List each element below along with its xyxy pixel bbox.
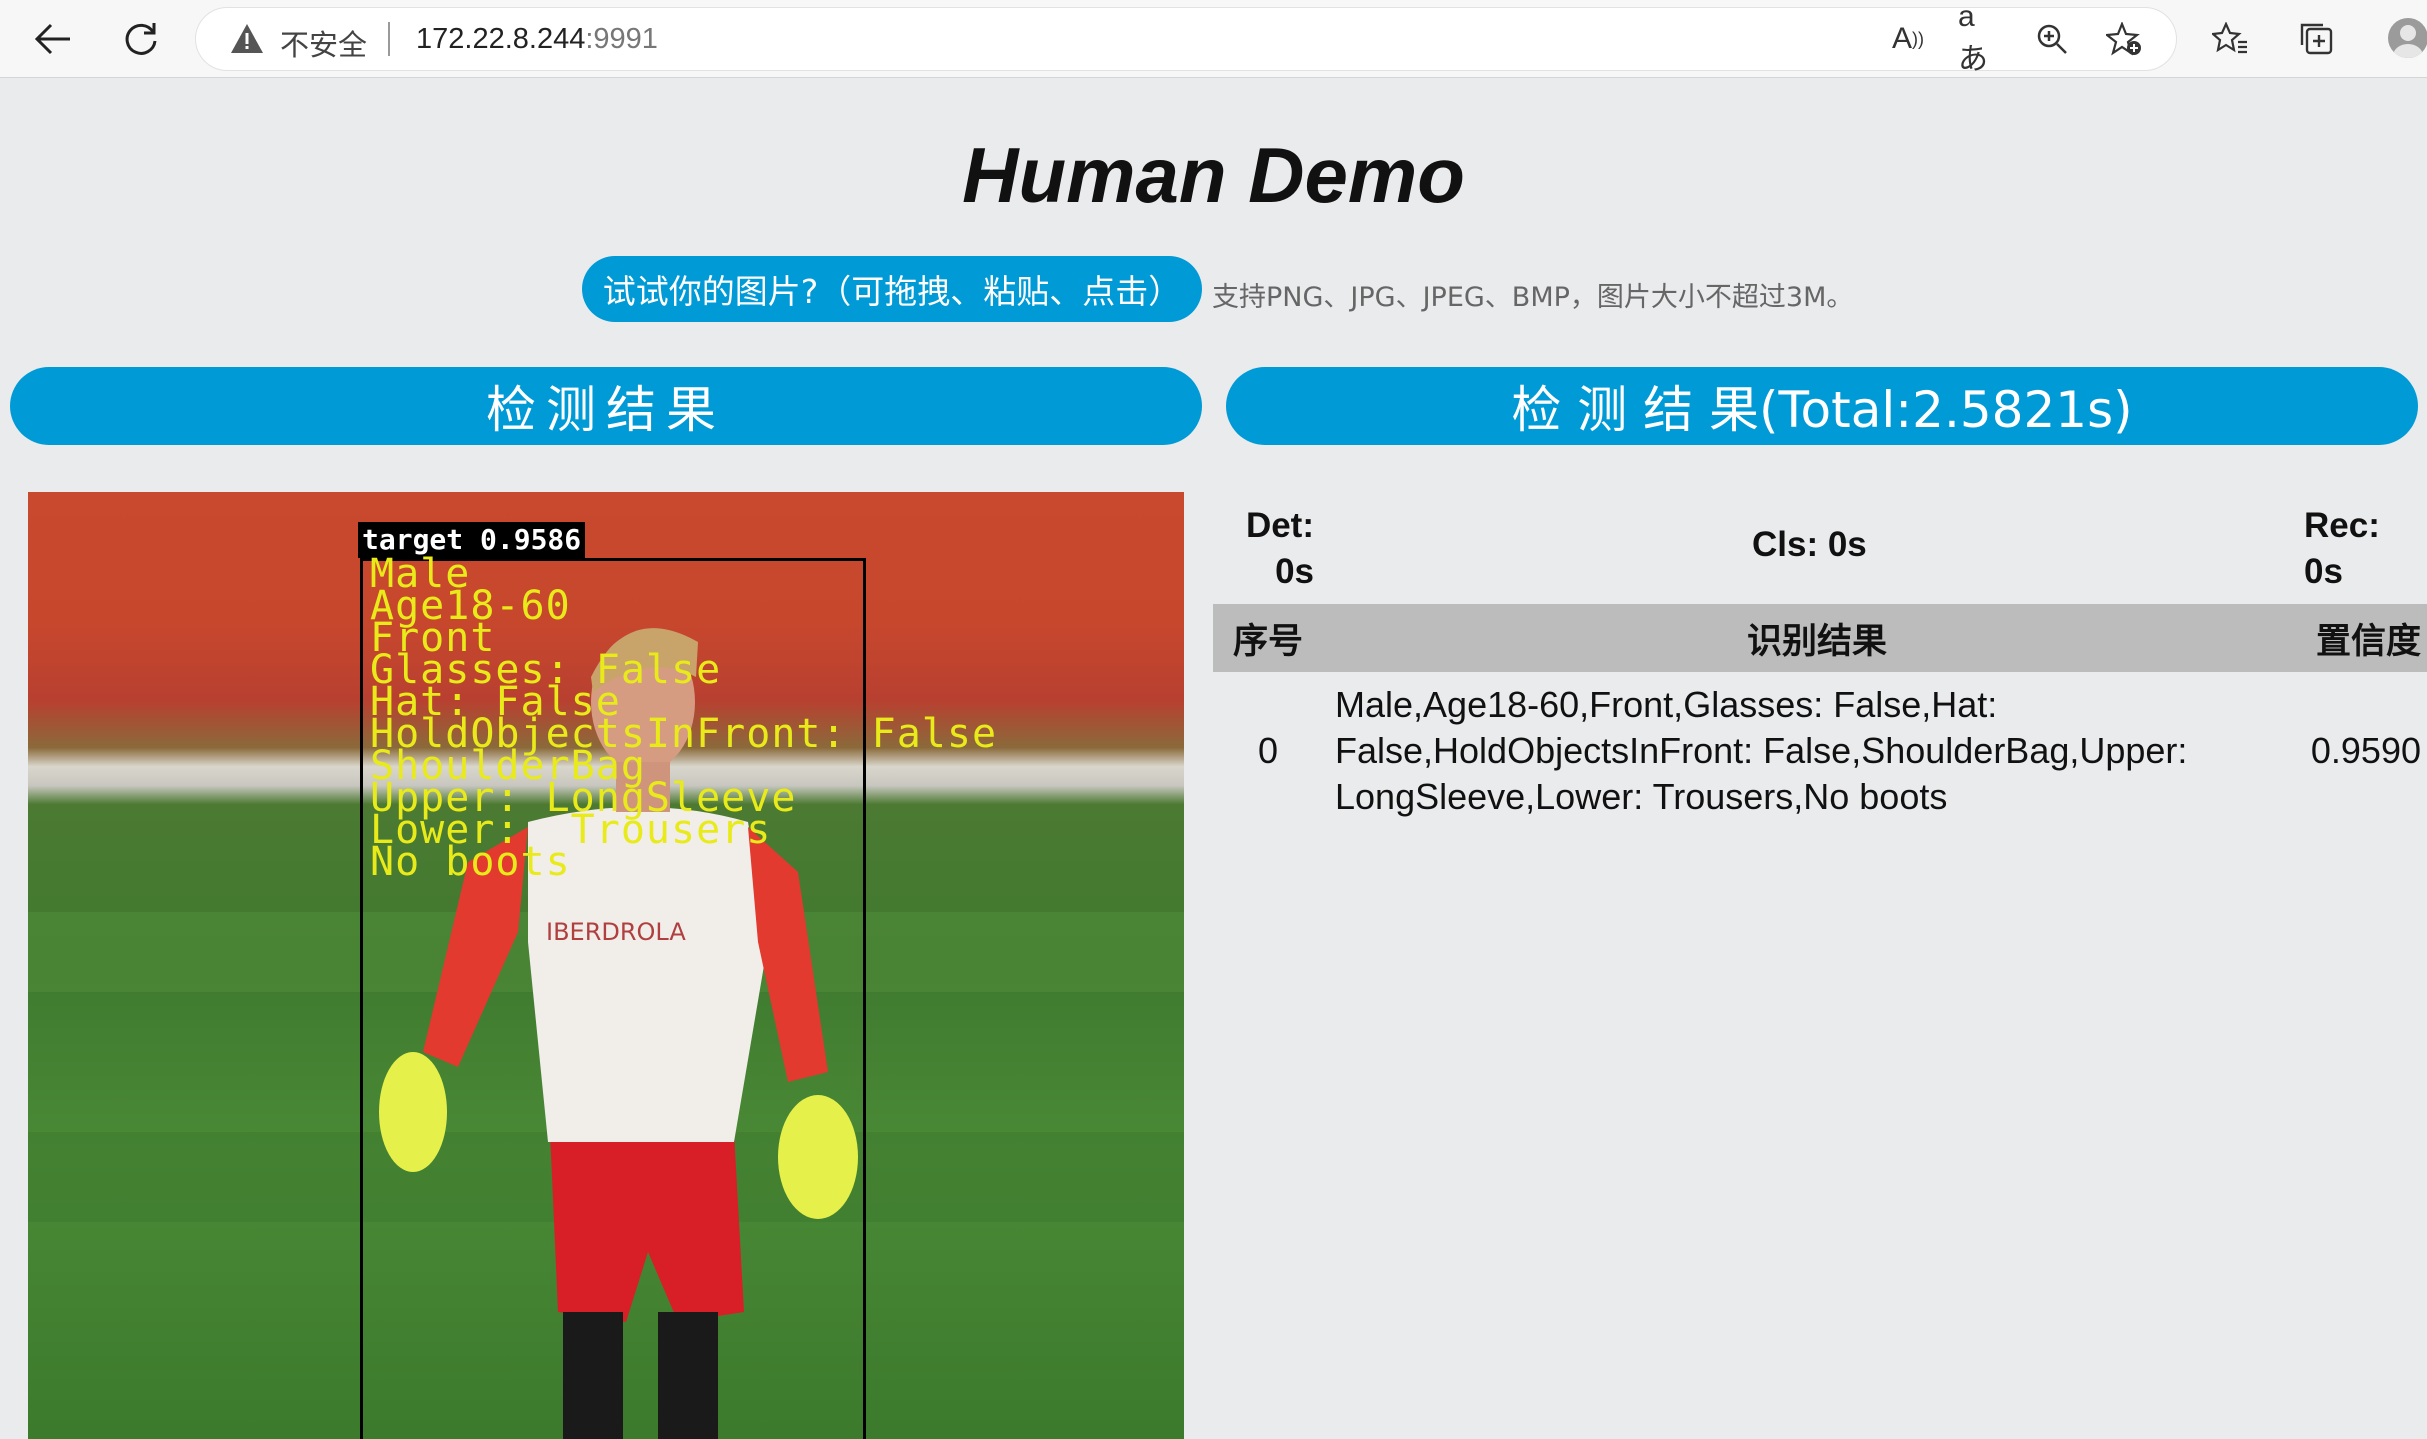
- browser-toolbar: 不安全 172.22.8.244:9991 A)) aあ: [0, 0, 2427, 78]
- row-confidence: 0.9590: [2310, 730, 2421, 771]
- table-row: 0 Male,Age18-60,Front,Glasses: False,Hat…: [1213, 672, 2427, 820]
- warning-icon: [231, 24, 263, 53]
- zoom-icon[interactable]: [2030, 19, 2074, 59]
- page-title: Human Demo: [962, 131, 1465, 219]
- read-aloud-icon[interactable]: A)): [1886, 19, 1930, 59]
- rec-value: 0s: [2304, 552, 2343, 591]
- det-timing: Det: 0s: [1240, 503, 1314, 595]
- det-value: 0s: [1275, 552, 1314, 591]
- cls-timing: Cls: 0s: [1752, 525, 1867, 564]
- translate-icon[interactable]: aあ: [1958, 0, 2002, 76]
- security-label[interactable]: 不安全: [280, 22, 367, 64]
- row-result: Male,Age18-60,Front,Glasses: False,Hat: …: [1335, 684, 2188, 817]
- address-bar[interactable]: 不安全 172.22.8.244:9991 A)) aあ: [196, 0, 2176, 76]
- header-confidence: 置信度: [2315, 621, 2421, 662]
- add-favorite-icon[interactable]: [2102, 19, 2146, 59]
- rec-label: Rec:: [2304, 506, 2380, 545]
- upload-image-button[interactable]: 试试你的图片?（可拖拽、粘贴、点击）: [582, 256, 1202, 322]
- url-text[interactable]: 172.22.8.244:9991: [416, 23, 658, 56]
- header-index: 序号: [1232, 621, 1303, 662]
- result-image: IBERDROLA target 0.9586 Male Age18-60 Fron…: [28, 492, 1184, 1439]
- back-arrow-icon[interactable]: [28, 14, 78, 64]
- favorites-icon[interactable]: [2206, 16, 2254, 60]
- collections-icon[interactable]: [2292, 16, 2340, 60]
- reload-icon[interactable]: [116, 14, 166, 64]
- profile-avatar[interactable]: [2388, 18, 2427, 58]
- attribute-overlay: Male Age18-60 Front Glasses: False Hat: Fals…: [370, 554, 997, 882]
- upload-hint: 支持PNG、JPG、JPEG、BMP，图片大小不超过3M。: [1212, 282, 1854, 313]
- detection-result-total-header: 检 测 结 果(Total:2.5821s): [1226, 367, 2418, 445]
- det-label: Det:: [1245, 506, 1314, 545]
- header-result: 识别结果: [1746, 621, 1887, 662]
- row-index: 0: [1257, 730, 1279, 771]
- table-header: 序号 识别结果 置信度: [1213, 604, 2427, 672]
- detection-result-header: 检测结果: [10, 367, 1202, 445]
- rec-timing: Rec: 0s: [2304, 503, 2380, 595]
- address-separator: [388, 22, 390, 56]
- result-table: 序号 识别结果 置信度 0 Male,Age18-60,Front,Glasse…: [1213, 604, 2427, 820]
